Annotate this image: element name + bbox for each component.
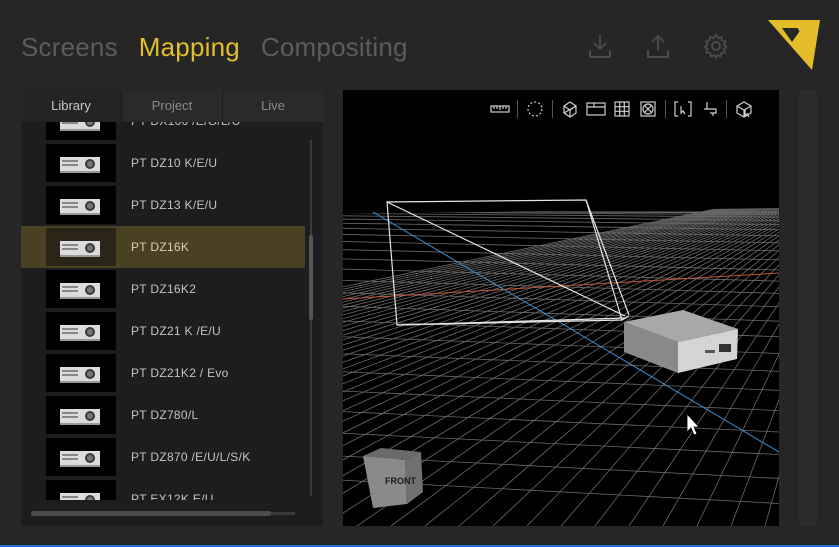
- target-box-icon: [640, 101, 656, 117]
- projector-thumbnail: [46, 480, 116, 500]
- list-item[interactable]: PT DZ870 /E/U/L/S/K: [21, 436, 305, 478]
- viewport-toolbar: [489, 98, 759, 120]
- projector-thumbnail: [46, 438, 116, 476]
- bracket-cursor-icon: [674, 101, 692, 117]
- tab-library[interactable]: Library: [21, 90, 122, 122]
- dotted-circle-icon: [527, 101, 543, 117]
- main-nav: Screens Mapping Compositing: [21, 30, 429, 64]
- measure-button[interactable]: [489, 98, 511, 120]
- projector-icon: [60, 157, 100, 173]
- projector-icon: [60, 283, 100, 299]
- tab-screens[interactable]: Screens: [21, 30, 118, 64]
- projector-thumbnail: [46, 270, 116, 308]
- list-item-label: PT DX100 /E/G/L/U: [131, 122, 241, 128]
- list-item[interactable]: PT DZ21K2 / Evo: [21, 352, 305, 394]
- 3d-viewport[interactable]: FRONT: [343, 90, 779, 526]
- cube-pointer-icon: [736, 101, 752, 118]
- list-item-label: PT DZ21 K /E/U: [131, 324, 222, 338]
- panels-button[interactable]: [585, 98, 607, 120]
- list-item-label: PT DZ13 K/E/U: [131, 198, 218, 212]
- list-item[interactable]: PT DX100 /E/G/L/U: [21, 122, 305, 142]
- pick-icon: [704, 102, 717, 116]
- toolbar-separator: [517, 100, 518, 118]
- download-button[interactable]: [586, 30, 614, 62]
- wireframe-button[interactable]: [559, 98, 581, 120]
- list-item[interactable]: PT EX12K E/U: [21, 478, 305, 500]
- select-object-button[interactable]: [733, 98, 755, 120]
- list-item[interactable]: PT DZ16K: [21, 226, 305, 268]
- list-item-label: PT EX12K E/U: [131, 492, 214, 500]
- tab-project[interactable]: Project: [122, 90, 223, 122]
- list-item-label: PT DZ16K2: [131, 282, 197, 296]
- brand-logo: [768, 20, 820, 70]
- projector-thumbnail: [46, 228, 116, 266]
- toolbar-separator: [726, 100, 727, 118]
- header-actions: [586, 30, 760, 62]
- projector-icon: [60, 451, 100, 467]
- ruler-icon: [490, 105, 510, 113]
- pick-button[interactable]: [698, 98, 720, 120]
- orbit-button[interactable]: [524, 98, 546, 120]
- library-list: PT DX100 /E/G/L/U PT DZ10 K/E/U PT DZ13 K/…: [21, 122, 323, 500]
- list-item-label: PT DZ10 K/E/U: [131, 156, 218, 170]
- frame-selection-button[interactable]: [672, 98, 694, 120]
- upload-button[interactable]: [644, 30, 672, 62]
- view-cube-label: FRONT: [385, 476, 416, 486]
- list-item-label: PT DZ16K: [131, 240, 190, 254]
- grid-line: [390, 239, 779, 526]
- toolbar-separator: [552, 100, 553, 118]
- list-item-label: PT DZ870 /E/U/L/S/K: [131, 450, 251, 464]
- app-window: Screens Mapping Compositing Library Proj…: [0, 0, 839, 547]
- mouse-cursor: [686, 412, 700, 436]
- upload-icon: [647, 34, 669, 58]
- projector-icon: [60, 241, 100, 257]
- projector-icon: [60, 493, 100, 500]
- horizontal-scrollbar-thumb[interactable]: [31, 511, 271, 516]
- tab-live[interactable]: Live: [223, 90, 323, 122]
- gear-icon: [703, 33, 728, 60]
- projector-icon: [60, 409, 100, 425]
- projector-thumbnail: [46, 186, 116, 224]
- panel-tabs: Library Project Live: [21, 90, 323, 122]
- projector-thumbnail: [46, 122, 116, 140]
- projector-icon: [60, 367, 100, 383]
- list-item[interactable]: PT DZ10 K/E/U: [21, 142, 305, 184]
- library-panel: Library Project Live PT DX100 /E/G/L/UPT…: [21, 90, 323, 526]
- vertical-scrollbar-thumb[interactable]: [309, 235, 313, 320]
- view-cube[interactable]: FRONT: [363, 448, 423, 508]
- grid-button[interactable]: [611, 98, 633, 120]
- projector-thumbnail: [46, 144, 116, 182]
- settings-button[interactable]: [702, 30, 730, 62]
- projector-icon: [60, 199, 100, 215]
- tab-mapping[interactable]: Mapping: [139, 30, 240, 64]
- projector-thumbnail: [46, 312, 116, 350]
- list-item-label: PT DZ780/L: [131, 408, 199, 422]
- grid-line: [343, 411, 779, 433]
- list-item[interactable]: PT DZ13 K/E/U: [21, 184, 305, 226]
- projector-thumbnail: [46, 396, 116, 434]
- list-item-label: PT DZ21K2 / Evo: [131, 366, 229, 380]
- list-item[interactable]: PT DZ16K2: [21, 268, 305, 310]
- projector-icon: [60, 122, 100, 131]
- bounding-box-button[interactable]: [637, 98, 659, 120]
- toolbar-separator: [665, 100, 666, 118]
- inspector-panel-collapsed[interactable]: [799, 90, 817, 526]
- download-icon: [589, 35, 611, 58]
- list-item[interactable]: PT DZ780/L: [21, 394, 305, 436]
- projector-thumbnail: [46, 354, 116, 392]
- projector-icon: [60, 325, 100, 341]
- list-item[interactable]: PT DZ21 K /E/U: [21, 310, 305, 352]
- panels-icon: [586, 102, 606, 116]
- grid-icon: [614, 101, 630, 117]
- 3d-scene[interactable]: FRONT: [343, 90, 779, 526]
- cube-wire-icon: [563, 101, 577, 118]
- tab-compositing[interactable]: Compositing: [261, 30, 408, 64]
